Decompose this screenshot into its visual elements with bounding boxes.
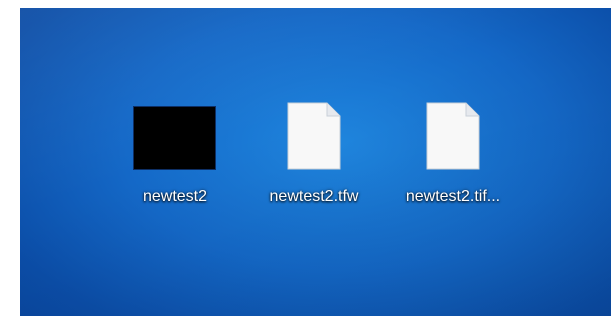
desktop-icon-newtest2-tfw[interactable]: newtest2.tfw (254, 102, 374, 222)
desktop[interactable]: newtest2 newtest2.tfw newtest2.tif... (20, 8, 611, 316)
blank-file-icon (287, 102, 341, 170)
desktop-icon-label: newtest2 (142, 188, 208, 205)
desktop-icon-label: newtest2.tfw (269, 188, 359, 205)
desktop-icon-newtest2[interactable]: newtest2 (115, 102, 235, 222)
desktop-icon-label: newtest2.tif... (405, 188, 501, 205)
blank-file-icon (426, 102, 480, 170)
desktop-icon-newtest2-tif[interactable]: newtest2.tif... (393, 102, 513, 222)
black-image-thumbnail-icon (133, 106, 216, 170)
